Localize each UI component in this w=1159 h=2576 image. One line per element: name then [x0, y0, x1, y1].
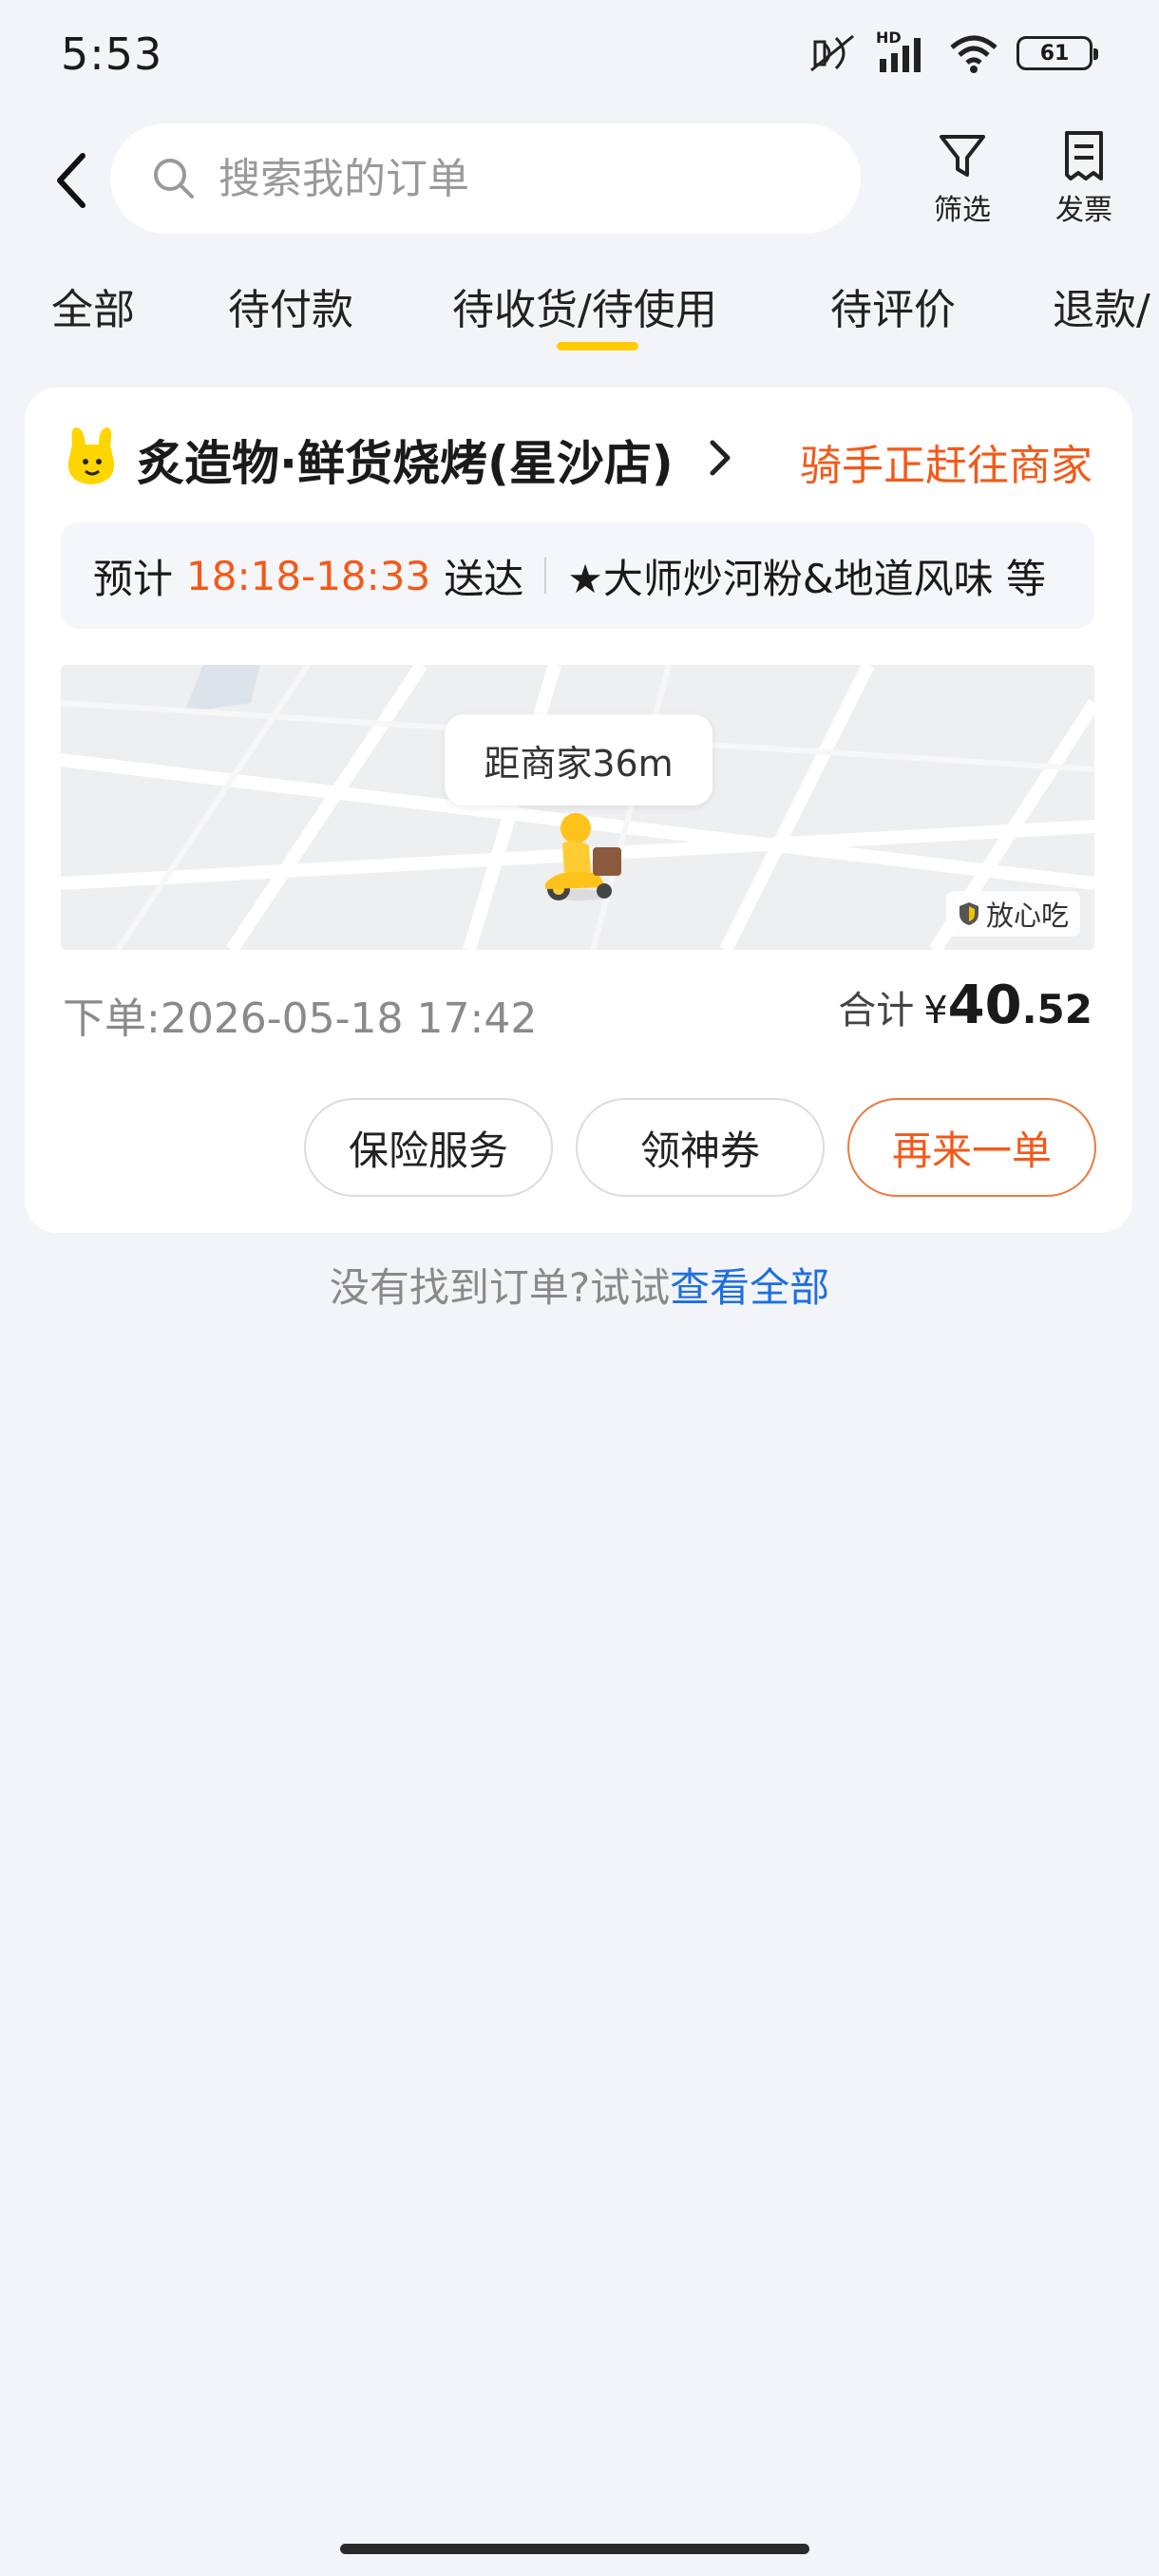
not-found-text: 没有找到订单?试试 — [329, 1264, 671, 1311]
tab-refund[interactable]: 退款/ — [1053, 275, 1150, 336]
reorder-button[interactable]: 再来一单 — [847, 1098, 1096, 1197]
chevron-right-icon[interactable] — [707, 439, 733, 477]
mute-icon — [810, 34, 854, 72]
eta-bar[interactable]: 预计 18:18-18:33 送达 ★大师炒河粉&地道风味 等 — [61, 522, 1094, 629]
invoice-button[interactable]: 发票 — [1032, 129, 1136, 228]
order-total: 合计 ¥ 40 .52 — [838, 975, 1092, 1036]
total-amount-dec: .52 — [1021, 986, 1092, 1032]
not-found-hint: 没有找到订单?试试查看全部 — [0, 1256, 1159, 1314]
rider-scooter-icon — [545, 813, 621, 900]
tab-pending-receipt[interactable]: 待收货/待使用 — [452, 275, 717, 336]
total-label: 合计 — [838, 989, 915, 1032]
tab-pending-payment[interactable]: 待付款 — [228, 275, 353, 336]
shop-name[interactable]: 炙造物·鲜货烧烤(星沙店) — [137, 426, 674, 494]
invoice-label: 发票 — [1055, 194, 1112, 227]
status-time: 5:53 — [61, 28, 163, 80]
tab-pending-review[interactable]: 待评价 — [830, 275, 956, 336]
view-all-link[interactable]: 查看全部 — [670, 1264, 829, 1311]
signal-icon: HD — [876, 28, 931, 74]
eta-divider — [544, 558, 547, 594]
total-amount-int: 40 — [947, 975, 1022, 1036]
order-tabs: 全部 待付款 待收货/待使用 待评价 退款/ — [0, 275, 1159, 351]
battery-icon: 61 — [1016, 36, 1098, 70]
safe-eat-label: 放心吃 — [986, 900, 1070, 932]
eta-time: 18:18-18:33 — [186, 552, 431, 599]
filter-icon — [940, 135, 985, 177]
wifi-icon — [950, 35, 998, 73]
total-currency: ¥ — [923, 989, 948, 1032]
home-indicator[interactable] — [340, 2544, 809, 2554]
filter-label: 筛选 — [934, 194, 991, 227]
shop-logo-icon — [67, 427, 115, 484]
battery-level: 61 — [1039, 41, 1070, 66]
items-summary: ★大师炒河粉&地道风味 等 — [567, 555, 1047, 602]
back-button[interactable] — [48, 142, 95, 218]
search-icon — [154, 159, 194, 199]
insurance-service-button[interactable]: 保险服务 — [304, 1098, 553, 1197]
invoice-icon — [1065, 131, 1103, 180]
search-input[interactable] — [218, 154, 788, 203]
order-placed-time: 下单:2026-05-18 17:42 — [63, 984, 537, 1045]
active-tab-indicator — [557, 342, 638, 350]
back-arrow-icon — [57, 153, 86, 208]
tab-all[interactable]: 全部 — [51, 275, 135, 336]
search-bar[interactable] — [110, 123, 861, 234]
eta-suffix: 送达 — [444, 555, 524, 602]
placed-time: 2026-05-18 17:42 — [160, 994, 538, 1043]
shield-icon — [960, 902, 978, 925]
order-status: 骑手正赶往商家 — [800, 442, 1092, 490]
eta-prefix: 预计 — [93, 555, 174, 602]
safe-eat-badge: 放心吃 — [946, 891, 1081, 937]
filter-button[interactable]: 筛选 — [910, 129, 1015, 228]
distance-bubble: 距商家36m — [445, 714, 712, 805]
placed-label: 下单: — [63, 994, 161, 1043]
get-coupon-button[interactable]: 领神券 — [576, 1098, 825, 1197]
status-icons: HD 61 — [808, 28, 1098, 74]
